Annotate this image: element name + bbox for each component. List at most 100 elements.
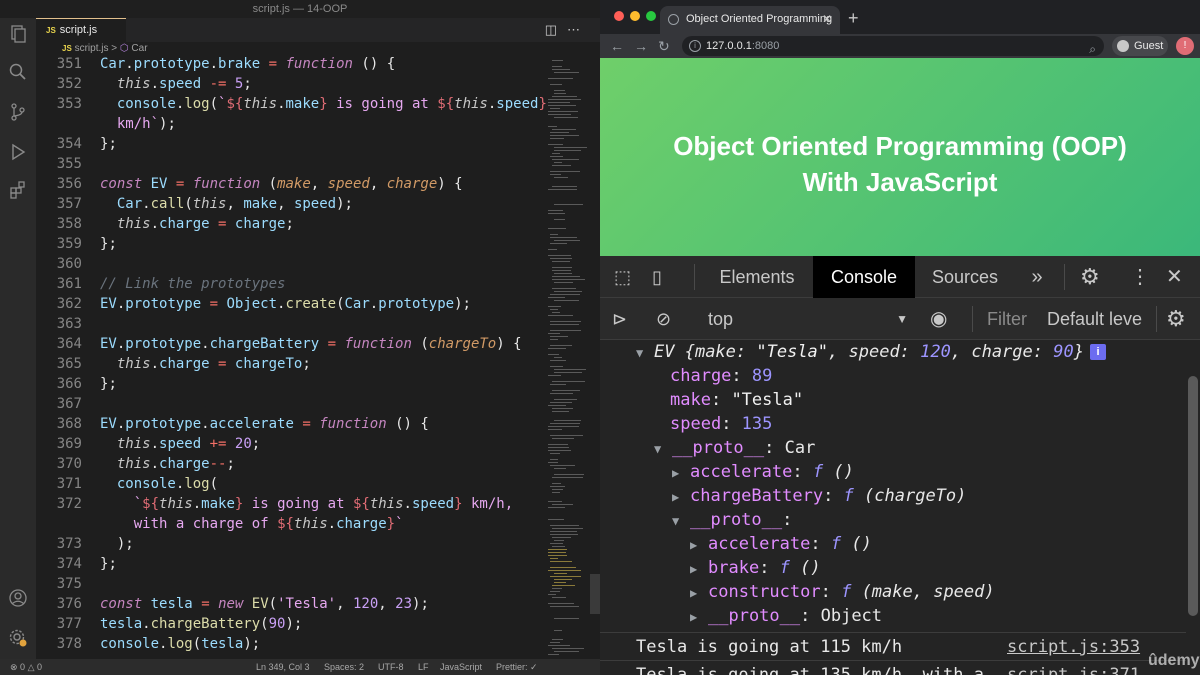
collapse-triangle-icon[interactable]: ▶ (690, 581, 708, 605)
code-line[interactable]: 377 tesla.chargeBattery(90); (36, 614, 546, 634)
code-line[interactable]: 367 (36, 394, 546, 414)
code-editor[interactable]: 351 Car.prototype.brake = function () {35… (36, 56, 546, 659)
encoding[interactable]: UTF-8 (378, 659, 404, 675)
console-method-row[interactable]: ▶ accelerate: f () (672, 460, 854, 484)
filter-input[interactable]: Filter (987, 308, 1027, 330)
show-sidebar-icon[interactable]: ⊳ (612, 308, 627, 330)
log-levels-dropdown[interactable]: Default leve (1047, 308, 1142, 330)
split-editor-icon[interactable]: ◫ (545, 22, 567, 37)
collapse-triangle-icon[interactable]: ▶ (672, 461, 690, 485)
code-line[interactable]: 365 this.charge = chargeTo; (36, 354, 546, 374)
search-icon[interactable] (8, 62, 28, 82)
code-line[interactable]: 352 this.speed -= 5; (36, 74, 546, 94)
editor-tab-script-js[interactable]: JS script.js (36, 18, 126, 42)
code-line[interactable]: 359}; (36, 234, 546, 254)
log-source-link[interactable]: script.js:371 (1007, 661, 1140, 675)
console-scroll-thumb[interactable] (1188, 376, 1198, 616)
tab-console[interactable]: Console (813, 256, 915, 298)
browser-menu-button[interactable]: ! (1176, 37, 1194, 55)
collapse-triangle-icon[interactable]: ▶ (690, 605, 708, 629)
console-object-row[interactable]: ▼ EV {make: "Tesla", speed: 120, charge: … (636, 340, 1106, 364)
close-tab-icon[interactable]: ✕ (822, 6, 832, 32)
console-method-row[interactable]: ▶ constructor: f (make, speed) (690, 580, 995, 604)
eol[interactable]: LF (418, 659, 429, 675)
editor-scrollbar[interactable] (590, 56, 600, 659)
code-line[interactable]: 368 EV.prototype.accelerate = function ()… (36, 414, 546, 434)
code-line[interactable]: 351 Car.prototype.brake = function () { (36, 56, 546, 74)
prettier-status[interactable]: Prettier: ✓ (496, 659, 538, 675)
console-proto-row[interactable]: ▼ __proto__: (672, 508, 792, 532)
code-line[interactable]: 373 ); (36, 534, 546, 554)
code-line[interactable]: 0 km/h`); (36, 114, 546, 134)
console-method-row[interactable]: ▶ brake: f () (690, 556, 821, 580)
indentation[interactable]: Spaces: 2 (324, 659, 364, 675)
expand-triangle-icon[interactable]: ▼ (654, 437, 672, 461)
explorer-icon[interactable] (8, 24, 28, 44)
extensions-icon[interactable] (8, 180, 28, 200)
code-line[interactable]: 358 this.charge = charge; (36, 214, 546, 234)
more-actions-icon[interactable]: ⋯ (567, 22, 590, 37)
code-line[interactable]: 371 console.log( (36, 474, 546, 494)
collapse-triangle-icon[interactable]: ▶ (672, 485, 690, 509)
editor-scroll-thumb[interactable] (590, 574, 600, 614)
site-info-icon[interactable]: i (689, 40, 701, 52)
code-line[interactable]: 360 (36, 254, 546, 274)
code-line[interactable]: 376 const tesla = new EV('Tesla', 120, 23… (36, 594, 546, 614)
search-zoom-icon[interactable]: ⌕ (1089, 39, 1096, 59)
breadcrumb-symbol[interactable]: Car (131, 43, 147, 54)
code-line[interactable]: 369 this.speed += 20; (36, 434, 546, 454)
zoom-window-button[interactable] (646, 11, 656, 21)
clear-console-icon[interactable]: ⊘ (656, 308, 671, 330)
tab-elements[interactable]: Elements (703, 256, 811, 298)
collapse-triangle-icon[interactable]: ▶ (690, 533, 708, 557)
code-line[interactable]: 375 (36, 574, 546, 594)
code-line[interactable]: 362 EV.prototype = Object.create(Car.prot… (36, 294, 546, 314)
expand-triangle-icon[interactable]: ▼ (672, 509, 690, 533)
console-method-row[interactable]: ▶ accelerate: f () (690, 532, 872, 556)
more-tabs-button[interactable]: » (1022, 256, 1052, 298)
code-line[interactable]: 356 const EV = function (make, speed, cha… (36, 174, 546, 194)
problems-indicator[interactable]: ⊗ 0 △ 0 (10, 659, 42, 675)
code-line[interactable]: 0 with a charge of ${this.charge}` (36, 514, 546, 534)
breadcrumb-file[interactable]: script.js (75, 43, 109, 54)
close-window-button[interactable] (614, 11, 624, 21)
profile-button[interactable]: Guest (1112, 36, 1168, 56)
forward-icon[interactable]: → (634, 37, 648, 55)
code-line[interactable]: 370 this.charge--; (36, 454, 546, 474)
code-line[interactable]: 357 Car.call(this, make, speed); (36, 194, 546, 214)
code-line[interactable]: 361 // Link the prototypes (36, 274, 546, 294)
code-line[interactable]: 372 `${this.make} is going at ${this.spe… (36, 494, 546, 514)
inspect-element-icon[interactable]: ⬚ (614, 266, 631, 288)
code-line[interactable]: 378 console.log(tesla); (36, 634, 546, 654)
account-icon[interactable] (8, 588, 28, 608)
cursor-position[interactable]: Ln 349, Col 3 (256, 659, 310, 675)
back-icon[interactable]: ← (610, 37, 624, 55)
console-proto-row[interactable]: ▼ __proto__: Car (654, 436, 815, 460)
code-line[interactable]: 366}; (36, 374, 546, 394)
close-devtools-icon[interactable]: ✕ (1166, 266, 1183, 288)
settings-gear-icon[interactable]: ⚙ (1080, 266, 1100, 288)
browser-tab[interactable]: Object Oriented Programming ✕ (660, 6, 840, 34)
device-toolbar-icon[interactable]: ▯ (652, 266, 662, 288)
collapse-triangle-icon[interactable]: ▶ (690, 557, 708, 581)
console-method-row[interactable]: ▶ chargeBattery: f (chargeTo) (672, 484, 966, 508)
context-selector[interactable]: top ▼ (700, 306, 910, 332)
info-badge-icon[interactable]: i (1089, 344, 1106, 360)
expand-triangle-icon[interactable]: ▼ (636, 341, 654, 365)
run-debug-icon[interactable] (8, 142, 28, 162)
console-settings-gear-icon[interactable]: ⚙ (1166, 308, 1186, 330)
reload-icon[interactable]: ↻ (658, 37, 670, 55)
code-line[interactable]: 374}; (36, 554, 546, 574)
tab-sources[interactable]: Sources (918, 256, 1012, 298)
code-line[interactable]: 354}; (36, 134, 546, 154)
language-mode[interactable]: JavaScript (440, 659, 482, 675)
code-line[interactable]: 353 console.log(`${this.make} is going a… (36, 94, 546, 114)
console-output[interactable]: ▼ EV {make: "Tesla", speed: 120, charge: … (600, 340, 1186, 675)
minimize-window-button[interactable] (630, 11, 640, 21)
more-options-icon[interactable]: ⋮ (1130, 266, 1150, 288)
code-line[interactable]: 355 (36, 154, 546, 174)
source-control-icon[interactable] (8, 102, 28, 122)
minimap[interactable] (546, 56, 590, 659)
log-source-link[interactable]: script.js:353 (1007, 633, 1140, 661)
code-line[interactable]: 363 (36, 314, 546, 334)
